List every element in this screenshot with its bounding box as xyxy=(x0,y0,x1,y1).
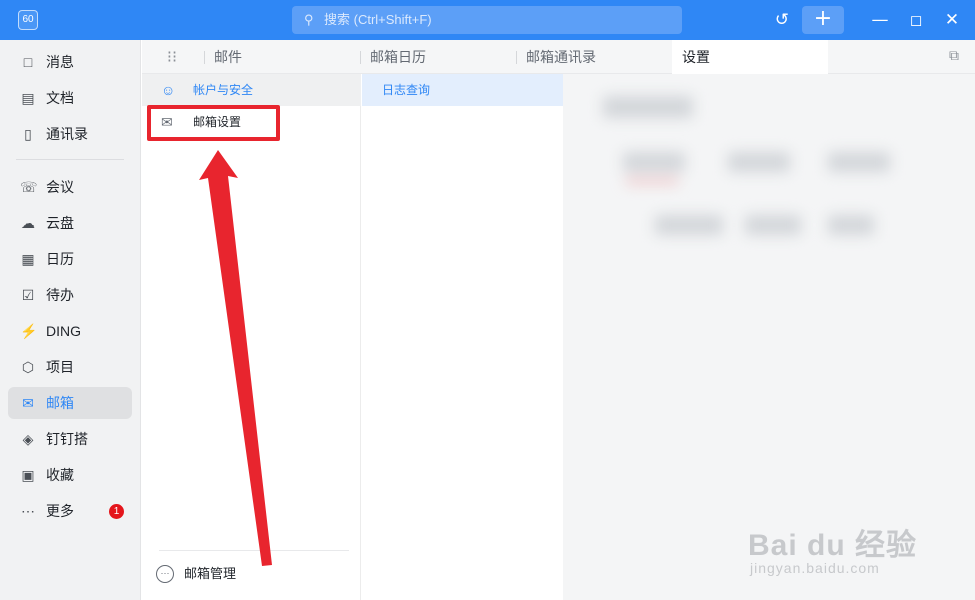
nav-divider xyxy=(16,159,124,160)
mail-management-button[interactable]: ··· 邮箱管理 xyxy=(156,562,236,586)
nav-label: 文档 xyxy=(46,90,74,106)
minimize-icon[interactable]: — xyxy=(866,6,894,34)
history-icon[interactable]: ↺ xyxy=(768,6,796,34)
document-icon: ▤ xyxy=(21,90,35,106)
tab-mail[interactable]: 邮件 xyxy=(204,40,242,74)
nav-label: 钉钉搭 xyxy=(46,431,88,447)
todo-icon: ☑ xyxy=(21,287,35,303)
meeting-icon: ☏ xyxy=(20,179,38,195)
log-panel: 日志查询 xyxy=(362,74,582,600)
tab-label: 设置 xyxy=(682,49,710,65)
ding-icon: ⚡ xyxy=(20,323,38,339)
nav-label: 项目 xyxy=(46,359,74,375)
settings-item-label: 帐户与安全 xyxy=(193,83,254,97)
more-icon: ⋯ xyxy=(21,503,35,519)
footer-divider xyxy=(159,550,349,551)
tab-label: 邮箱通讯录 xyxy=(526,49,596,65)
nav-label: 更多 xyxy=(46,503,74,519)
tab-settings[interactable]: 设置 xyxy=(672,40,828,74)
search-icon: ⚲ xyxy=(304,12,314,27)
account-security-icon: ☺ xyxy=(161,82,176,98)
apps-grid-icon[interactable]: ⁝⁝ xyxy=(162,47,182,67)
contacts-icon: ▯ xyxy=(24,126,32,142)
tab-label: 邮件 xyxy=(214,49,242,65)
nav-item-messages[interactable]: □ 消息 xyxy=(8,46,132,78)
maximize-icon[interactable]: ◻ xyxy=(902,6,930,34)
tab-mail-calendar[interactable]: 邮箱日历 xyxy=(360,40,426,74)
message-icon: □ xyxy=(23,54,33,70)
settings-item-account-security[interactable]: ☺ 帐户与安全 xyxy=(142,74,361,106)
favorites-icon: ▣ xyxy=(21,467,35,483)
project-icon: ⬡ xyxy=(21,359,35,375)
watermark-sub: jingyan.baidu.com xyxy=(750,560,880,576)
tab-divider xyxy=(360,51,361,64)
nav-item-mail[interactable]: ✉ 邮箱 xyxy=(8,387,132,419)
nav-label: 云盘 xyxy=(46,215,74,231)
popout-window-icon[interactable]: ⧉ xyxy=(949,48,959,64)
calendar-icon: ▦ xyxy=(21,251,35,267)
nav-item-meeting[interactable]: ☏ 会议 xyxy=(8,171,132,203)
tab-mail-contacts[interactable]: 邮箱通讯录 xyxy=(516,40,596,74)
nav-item-documents[interactable]: ▤ 文档 xyxy=(8,82,132,114)
nav-item-ding[interactable]: ⚡ DING xyxy=(8,315,132,347)
search-placeholder: 搜索 (Ctrl+Shift+F) xyxy=(324,12,432,27)
nav-item-favorites[interactable]: ▣ 收藏 xyxy=(8,459,132,491)
app-logo: 60 xyxy=(18,10,38,30)
more-circle-icon: ··· xyxy=(156,565,174,583)
close-icon[interactable]: ✕ xyxy=(938,6,966,34)
mail-icon: ✉ xyxy=(22,395,34,411)
mail-management-label: 邮箱管理 xyxy=(184,566,237,581)
add-button[interactable]: + xyxy=(802,6,844,34)
settings-menu: ☺ 帐户与安全 ✉ 邮箱设置 ··· 邮箱管理 xyxy=(142,74,361,600)
nav-label: 通讯录 xyxy=(46,126,88,142)
nav-label: 日历 xyxy=(46,251,74,267)
search-input[interactable]: ⚲ 搜索 (Ctrl+Shift+F) xyxy=(292,6,682,34)
nav-item-cloud[interactable]: ☁ 云盘 xyxy=(8,207,132,239)
nav-label: 邮箱 xyxy=(46,395,74,411)
tab-divider xyxy=(516,51,517,64)
nav-item-more[interactable]: ⋯ 更多 1 xyxy=(8,495,132,527)
log-query-item[interactable]: 日志查询 xyxy=(362,74,582,106)
tab-label: 邮箱日历 xyxy=(370,49,426,65)
cloud-icon: ☁ xyxy=(21,215,35,231)
nav-item-todo[interactable]: ☑ 待办 xyxy=(8,279,132,311)
nav-item-builder[interactable]: ◈ 钉钉搭 xyxy=(8,423,132,455)
nav-label: 消息 xyxy=(46,54,74,70)
notification-badge: 1 xyxy=(109,504,124,519)
watermark: Bai du 经验 jingyan.baidu.com xyxy=(748,520,968,586)
nav-label: 会议 xyxy=(46,179,74,195)
nav-label: 收藏 xyxy=(46,467,74,483)
nav-label: DING xyxy=(46,323,81,339)
left-nav: □ 消息 ▤ 文档 ▯ 通讯录 ☏ 会议 ☁ 云盘 ▦ 日历 ☑ 待办 ⚡ DI… xyxy=(0,40,141,600)
tab-divider xyxy=(204,51,205,64)
nav-item-contacts[interactable]: ▯ 通讯录 xyxy=(8,118,132,150)
nav-label: 待办 xyxy=(46,287,74,303)
builder-icon: ◈ xyxy=(22,431,34,447)
mail-tab-bar: ⁝⁝ 邮件 邮箱日历 邮箱通讯录 设置 ⧉ xyxy=(142,40,975,74)
watermark-main: Bai du 经验 xyxy=(748,529,918,562)
title-bar: 60 ⚲ 搜索 (Ctrl+Shift+F) ↺ + — ◻ ✕ xyxy=(0,0,975,40)
nav-item-project[interactable]: ⬡ 项目 xyxy=(8,351,132,383)
nav-item-calendar[interactable]: ▦ 日历 xyxy=(8,243,132,275)
annotation-highlight-box xyxy=(147,105,280,141)
